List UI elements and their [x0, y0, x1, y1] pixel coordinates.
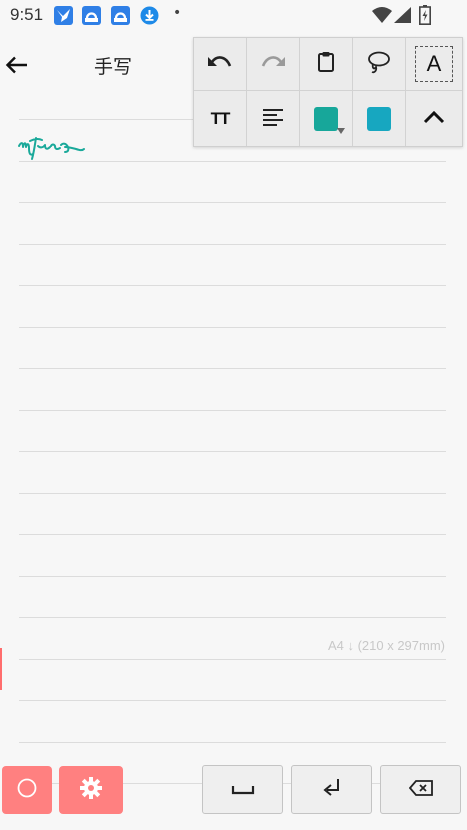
battery-icon	[419, 5, 431, 29]
backspace-icon	[408, 779, 433, 800]
align-button[interactable]	[247, 91, 300, 146]
ruled-line	[19, 534, 446, 535]
arrow-left-icon[interactable]	[4, 52, 30, 78]
ruled-line	[19, 410, 446, 411]
text-mode-icon: A	[415, 46, 453, 82]
undo-icon	[207, 53, 233, 75]
wifi-icon	[372, 7, 392, 27]
handwritten-ink-stroke	[18, 137, 85, 160]
ruled-line	[19, 742, 446, 743]
settings-button[interactable]	[59, 766, 123, 814]
ruled-line	[19, 451, 446, 452]
pen-color-button[interactable]	[300, 91, 353, 146]
text-size-button[interactable]: TT	[194, 91, 247, 146]
enter-button[interactable]	[291, 765, 372, 814]
fill-color-button[interactable]	[353, 91, 406, 146]
page-edge-marker	[0, 648, 2, 690]
lasso-select-button[interactable]	[353, 38, 406, 91]
ruled-line	[19, 244, 446, 245]
redo-icon	[260, 53, 286, 75]
ruled-line	[19, 327, 446, 328]
cell-signal-icon	[394, 7, 411, 27]
space-icon	[231, 780, 255, 799]
ruled-line	[19, 493, 446, 494]
cloud-upload-notification-icon	[82, 6, 101, 25]
redo-button[interactable]	[247, 38, 300, 91]
circle-icon	[16, 777, 38, 803]
edit-toolbar: A TT	[193, 37, 463, 147]
collapse-toolbar-button[interactable]	[406, 91, 462, 146]
app-bar: 手写	[0, 40, 194, 90]
bird-notification-icon	[54, 6, 73, 25]
pen-color-icon	[311, 104, 345, 134]
backspace-button[interactable]	[380, 765, 461, 814]
ruled-line	[19, 576, 446, 577]
download-notification-icon	[140, 6, 159, 25]
text-mode-button[interactable]: A	[406, 38, 462, 91]
undo-button[interactable]	[194, 38, 247, 91]
status-bar: 9:51 •	[0, 0, 467, 30]
align-left-icon	[263, 108, 283, 130]
clipboard-icon	[317, 51, 335, 77]
gear-icon	[79, 776, 103, 804]
page-size-label: A4 ↓ (210 x 297mm)	[327, 638, 445, 653]
ruled-line	[19, 617, 446, 618]
more-notifications-dot: •	[173, 5, 182, 21]
text-mode-label: A	[426, 51, 442, 76]
ruled-line	[19, 700, 446, 701]
chevron-up-icon	[423, 109, 445, 128]
paste-button[interactable]	[300, 38, 353, 91]
ruled-line	[19, 285, 446, 286]
lasso-icon	[366, 50, 392, 78]
page-title: 手写	[94, 56, 133, 78]
text-size-icon: TT	[210, 108, 231, 128]
ruled-line	[19, 659, 446, 660]
status-time: 9:51	[10, 5, 44, 24]
ruled-line	[19, 202, 446, 203]
fill-color-icon	[367, 106, 391, 131]
cloud-upload-notification-icon	[111, 6, 130, 25]
record-button[interactable]	[2, 766, 52, 814]
space-button[interactable]	[202, 765, 283, 814]
enter-icon	[321, 777, 343, 803]
ruled-line	[19, 368, 446, 369]
